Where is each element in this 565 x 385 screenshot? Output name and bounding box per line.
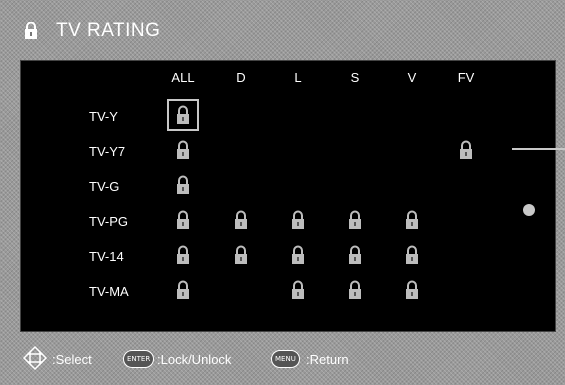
column-header-fv: FV — [457, 70, 475, 85]
lock-icon — [233, 210, 249, 235]
lock-icon — [347, 280, 363, 305]
rating-cell[interactable] — [339, 134, 371, 166]
lock-icon — [25, 22, 37, 39]
rating-cell[interactable] — [339, 204, 371, 236]
row-label-tv-pg: TV-PG — [89, 214, 129, 229]
row-label-tv-g: TV-G — [89, 179, 120, 194]
rating-cell[interactable] — [167, 239, 199, 271]
rating-cell[interactable] — [450, 239, 482, 271]
rating-cell[interactable] — [167, 134, 199, 166]
rating-cell[interactable] — [339, 99, 371, 131]
rating-cell[interactable] — [225, 274, 257, 306]
rating-cell[interactable] — [225, 169, 257, 201]
row-label-tv-14: TV-14 — [89, 249, 124, 264]
rating-cell[interactable] — [396, 99, 428, 131]
rating-cell[interactable] — [225, 239, 257, 271]
rating-cell[interactable] — [225, 99, 257, 131]
menu-key-icon: MENU — [271, 350, 300, 368]
rating-cell[interactable] — [282, 169, 314, 201]
rating-cell[interactable] — [282, 204, 314, 236]
row-label-tv-y: TV-Y — [89, 109, 118, 124]
lock-icon — [175, 280, 191, 305]
rating-cell[interactable] — [339, 169, 371, 201]
rating-cell[interactable] — [396, 169, 428, 201]
rating-cell[interactable] — [396, 274, 428, 306]
rating-cell[interactable] — [450, 204, 482, 236]
connector-dot — [523, 204, 535, 216]
rating-cell[interactable] — [396, 239, 428, 271]
navigation-arrows-icon — [22, 345, 48, 371]
enter-key-icon: ENTER — [123, 350, 155, 368]
lock-icon — [175, 140, 191, 165]
lock-icon — [347, 245, 363, 270]
lock-icon — [458, 140, 474, 165]
lock-icon — [233, 245, 249, 270]
header: TV RATING — [0, 0, 565, 62]
column-header-all: ALL — [171, 70, 195, 85]
row-label-tv-y7: TV-Y7 — [89, 144, 126, 159]
rating-cell[interactable] — [282, 99, 314, 131]
rating-cell[interactable] — [282, 274, 314, 306]
column-header-s: S — [350, 70, 360, 85]
rating-grid-panel: ALL D L S V FV TV-Y TV-Y7 TV-G TV-PG TV-14 TV-MA — [20, 60, 556, 332]
column-header-l: L — [294, 70, 302, 85]
lock-unlock-hint: :Lock/Unlock — [157, 352, 232, 367]
connector-line — [512, 148, 565, 150]
select-hint: :Select — [52, 352, 92, 367]
lock-icon — [175, 175, 191, 200]
rating-cell[interactable] — [450, 274, 482, 306]
lock-icon — [175, 210, 191, 235]
lock-icon — [404, 280, 420, 305]
lock-icon — [290, 245, 306, 270]
rating-cell[interactable] — [450, 169, 482, 201]
rating-cell[interactable] — [396, 134, 428, 166]
lock-icon — [347, 210, 363, 235]
rating-cell[interactable] — [396, 204, 428, 236]
lock-icon — [404, 210, 420, 235]
rating-cell[interactable] — [167, 169, 199, 201]
rating-cell[interactable] — [225, 134, 257, 166]
rating-cell[interactable] — [167, 204, 199, 236]
rating-cell[interactable] — [450, 134, 482, 166]
rating-cell[interactable] — [282, 134, 314, 166]
rating-cell[interactable] — [339, 239, 371, 271]
column-header-v: V — [407, 70, 417, 85]
lock-icon — [290, 280, 306, 305]
rating-cell[interactable] — [339, 274, 371, 306]
rating-cell[interactable] — [167, 99, 199, 131]
column-header-d: D — [236, 70, 246, 85]
footer-legend: :Select ENTER :Lock/Unlock MENU :Return — [0, 340, 565, 380]
lock-icon — [290, 210, 306, 235]
rating-cell[interactable] — [450, 99, 482, 131]
lock-icon — [175, 105, 191, 130]
lock-icon — [404, 245, 420, 270]
rating-cell[interactable] — [167, 274, 199, 306]
rating-cell[interactable] — [282, 239, 314, 271]
lock-icon — [175, 245, 191, 270]
rating-cell[interactable] — [225, 204, 257, 236]
row-label-tv-ma: TV-MA — [89, 284, 129, 299]
page-title: TV RATING — [56, 20, 161, 41]
return-hint: :Return — [306, 352, 349, 367]
